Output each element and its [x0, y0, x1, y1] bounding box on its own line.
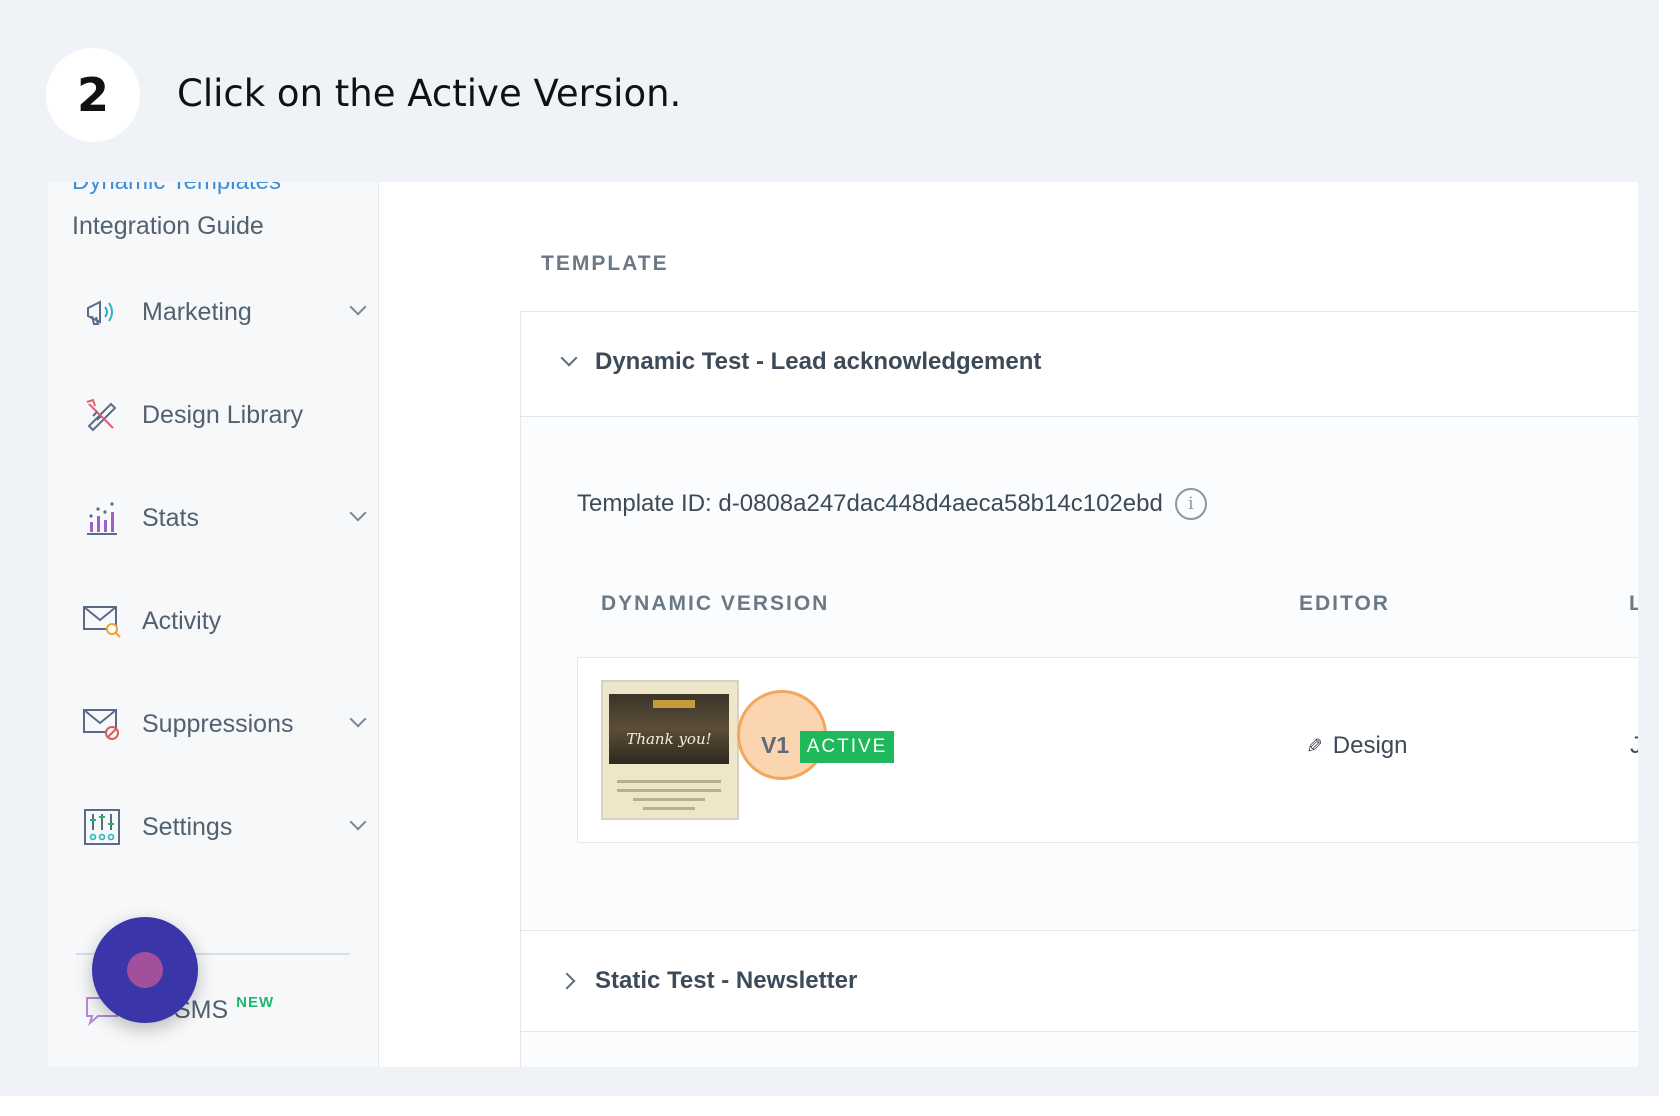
chat-dot-icon — [127, 952, 163, 988]
sidebar-item-label: Settings — [142, 812, 233, 841]
sidebar-item-label: Stats — [142, 503, 199, 532]
chevron-down-icon[interactable] — [560, 349, 578, 367]
frame-edge — [1659, 0, 1680, 1116]
template-name[interactable]: Static Test - Newsletter — [595, 967, 857, 995]
info-icon[interactable]: i — [1174, 488, 1207, 520]
active-badge[interactable]: ACTIVE — [800, 731, 894, 763]
new-badge: NEW — [236, 993, 275, 1011]
column-header-last: L — [1629, 592, 1638, 615]
chevron-down-icon — [349, 504, 367, 522]
sidebar-link-dynamic-templates[interactable]: Dynamic Templates — [72, 182, 281, 196]
sidebar-item-label: Activity — [142, 606, 222, 635]
chevron-down-icon — [349, 813, 367, 831]
sliders-icon — [82, 807, 122, 847]
version-row[interactable]: Thank you! V1 ACTIVE ✎ Design J — [577, 657, 1638, 843]
mail-block-icon — [82, 704, 122, 744]
main-content: TEMPLATE Dynamic Test - Lead acknowledge… — [379, 182, 1638, 1067]
version-thumbnail[interactable]: Thank you! — [601, 680, 739, 820]
template-header[interactable]: Dynamic Test - Lead acknowledgement — [521, 312, 1638, 417]
mail-search-icon — [82, 601, 122, 641]
chevron-down-icon — [349, 710, 367, 728]
sidebar-item-stats[interactable]: Stats — [82, 493, 372, 543]
editor-value: Design — [1332, 732, 1408, 759]
sidebar-item-suppressions[interactable]: Suppressions — [82, 699, 372, 749]
template-card: Dynamic Test - Lead acknowledgement Temp… — [520, 311, 1638, 1067]
sidebar-item-label: Marketing — [142, 297, 252, 326]
template-row-static[interactable]: Static Test - Newsletter — [521, 930, 1638, 1032]
last-modified-cell: J — [1630, 732, 1638, 759]
template-id-text: Template ID: d-0808a247dac448d4aeca58b14… — [577, 490, 1163, 517]
thumbnail-lines — [617, 774, 721, 816]
column-header-version: DYNAMIC VERSION — [601, 592, 830, 615]
sidebar-item-settings[interactable]: Settings — [82, 802, 372, 852]
sidebar-link-integration-guide[interactable]: Integration Guide — [72, 212, 264, 241]
column-header-editor: EDITOR — [1299, 592, 1390, 615]
editor-cell: ✎ Design — [1306, 732, 1407, 760]
chat-launcher-button[interactable] — [92, 917, 198, 1023]
sidebar-item-activity[interactable]: Activity — [82, 596, 372, 646]
sidebar-item-design-library[interactable]: Design Library — [82, 390, 372, 440]
thumbnail-photo: Thank you! — [609, 694, 729, 764]
sidebar-item-label: Suppressions — [142, 709, 294, 738]
frame-edge — [0, 1096, 1680, 1116]
section-title: TEMPLATE — [541, 252, 669, 275]
bar-chart-icon — [82, 498, 122, 538]
pencil-icon: ✎ — [1306, 735, 1323, 758]
step-number: 2 — [46, 48, 140, 142]
design-tools-icon — [82, 395, 122, 435]
chevron-down-icon — [349, 298, 367, 316]
template-id: Template ID: d-0808a247dac448d4aeca58b14… — [577, 488, 1207, 520]
version-label[interactable]: V1 — [761, 732, 789, 759]
sidebar: Dynamic Templates Integration Guide Mark… — [48, 182, 379, 1067]
thumbnail-banner — [653, 700, 695, 708]
sidebar-item-label: Design Library — [142, 400, 304, 429]
app-screenshot: Dynamic Templates Integration Guide Mark… — [48, 182, 1638, 1067]
megaphone-icon — [82, 292, 122, 332]
thumbnail-text: Thank you! — [626, 730, 712, 748]
template-name[interactable]: Dynamic Test - Lead acknowledgement — [595, 348, 1041, 376]
chevron-right-icon[interactable] — [558, 972, 576, 990]
sidebar-item-marketing[interactable]: Marketing — [82, 287, 372, 337]
step-instruction: Click on the Active Version. — [177, 72, 682, 115]
